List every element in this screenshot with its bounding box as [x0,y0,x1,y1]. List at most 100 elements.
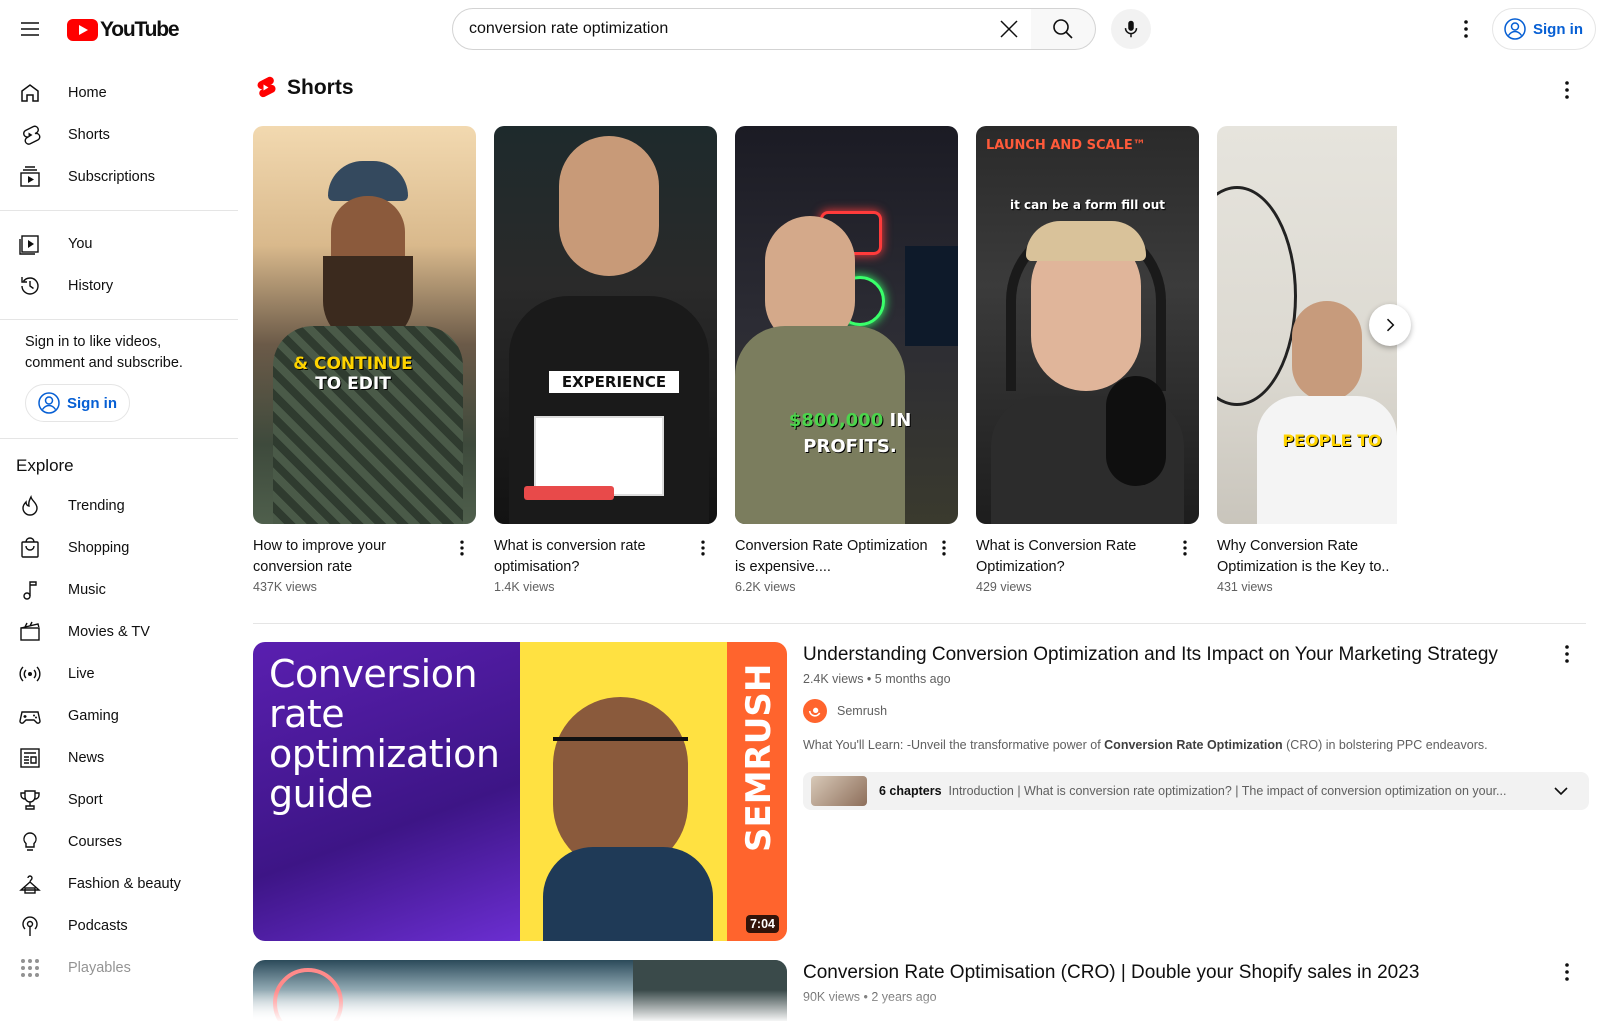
channel-info[interactable]: Semrush [803,698,1573,724]
video-title[interactable]: Conversion Rate Optimisation (CRO) | Dou… [803,960,1573,986]
video-description: What You'll Learn: -Unveil the transform… [803,738,1573,752]
settings-menu-button[interactable] [1446,9,1486,49]
sidebar-item-shopping[interactable]: Shopping [0,527,238,569]
video-metadata: 2.4K views • 5 months ago [803,672,951,686]
video-info: Conversion Rate Optimisation (CRO) | Dou… [803,960,1573,1004]
sign-in-button[interactable]: Sign in [1492,8,1596,50]
video-age: 2 years ago [871,990,937,1004]
chevron-right-icon [1386,318,1395,332]
shopping-icon [18,536,42,560]
menu-button[interactable] [10,9,50,49]
expand-chapters-button[interactable] [1549,779,1573,808]
sidebar-item-label: Home [68,85,107,101]
music-icon [18,578,42,602]
close-icon [1000,20,1018,38]
short-thumbnail[interactable]: $800,000 IN PROFITS. [735,126,958,524]
short-views: 437K views [253,580,317,594]
chapter-thumbnail [811,776,867,806]
voice-search-button[interactable] [1111,9,1151,49]
search-button[interactable] [1031,8,1096,50]
channel-avatar[interactable] [803,699,827,723]
sidebar-item-courses[interactable]: Courses [0,821,238,863]
channel-name[interactable]: Semrush [837,704,887,718]
more-vert-icon [942,540,946,556]
short-card[interactable]: $800,000 IN PROFITS. Conversion Rate Opti… [735,126,958,594]
sidebar-divider [0,210,238,211]
hanger-icon [18,872,42,896]
short-meta: What is conversion rate optimisation? 1.… [494,536,717,594]
sidebar-item-gaming[interactable]: Gaming [0,695,238,737]
subscriptions-icon [18,165,42,189]
chevron-down-icon [1554,787,1568,796]
shorts-icon [18,123,42,147]
short-thumbnail[interactable]: EXPERIENCE [494,126,717,524]
short-card[interactable]: LAUNCH AND SCALE™ it can be a form fill … [976,126,1199,594]
sidebar-item-podcasts[interactable]: Podcasts [0,905,238,947]
short-card[interactable]: EXPERIENCE What is conversion rate optim… [494,126,717,594]
sidebar-item-sport[interactable]: Sport [0,779,238,821]
video-title[interactable]: Understanding Conversion Optimization an… [803,642,1573,668]
sidebar-item-label: History [68,278,114,294]
sidebar-item-you[interactable]: You [0,223,238,265]
short-card[interactable]: PEOPLE TO Why Conversion Rate Optimizati… [1217,126,1397,594]
clear-search-button[interactable] [989,10,1029,48]
more-vert-icon [1565,81,1569,99]
news-icon [18,746,42,770]
shorts-menu-button[interactable] [1555,78,1579,102]
short-views: 431 views [1217,580,1273,594]
short-thumbnail[interactable]: LAUNCH AND SCALE™ it can be a form fill … [976,126,1199,524]
chapters-bar[interactable]: 6 chapters Introduction | What is conver… [803,772,1589,810]
sidebar-item-playables[interactable]: Playables [0,947,238,989]
video-result[interactable]: Conversion Rate Optimisation (CRO) | Dou… [253,960,1586,1021]
sidebar-item-shorts[interactable]: Shorts [0,114,238,156]
sidebar-item-music[interactable]: Music [0,569,238,611]
sidebar-item-trending[interactable]: Trending [0,485,238,527]
movies-icon [18,620,42,644]
section-divider [253,623,1586,624]
sidebar-item-fashion[interactable]: Fashion & beauty [0,863,238,905]
short-menu-button[interactable] [691,536,715,560]
sidebar-item-label: News [68,750,105,766]
short-overlay-text: PEOPLE TO [1282,431,1382,450]
short-menu-button[interactable] [932,536,956,560]
sidebar-item-live[interactable]: Live [0,653,238,695]
video-menu-button[interactable] [1555,642,1579,666]
video-views: 2.4K views [803,672,864,686]
sidebar-item-label: Subscriptions [68,169,156,185]
sidebar-sign-in-button[interactable]: Sign in [25,384,130,422]
short-title[interactable]: Why Conversion Rate Optimization is the … [1217,536,1397,578]
short-card[interactable]: & CONTINUE TO EDIT How to improve your co… [253,126,476,594]
video-metadata: 90K views • 2 years ago [803,990,937,1004]
sidebar-item-history[interactable]: History [0,265,238,307]
lightbulb-icon [18,830,42,854]
hamburger-icon [21,22,39,36]
youtube-logo[interactable]: YouTube [67,17,180,43]
logo-text: YouTube [100,18,180,41]
short-meta: Conversion Rate Optimization is expensiv… [735,536,958,594]
account-icon [38,392,60,414]
sidebar-item-label: Shorts [68,127,110,143]
video-thumbnail[interactable] [253,960,787,1021]
sidebar-item-movies[interactable]: Movies & TV [0,611,238,653]
video-result[interactable]: Conversion rate optimization guide SEMRU… [253,642,1589,942]
sidebar-item-subscriptions[interactable]: Subscriptions [0,156,238,198]
sidebar-item-home[interactable]: Home [0,72,238,114]
short-title[interactable]: What is conversion rate optimisation? [494,536,687,578]
video-menu-button[interactable] [1555,960,1579,984]
short-overlay-caption: it can be a form fill out [1009,198,1166,212]
search-icon [1053,19,1073,39]
short-thumbnail[interactable]: & CONTINUE TO EDIT [253,126,476,524]
short-title[interactable]: What is Conversion Rate Optimization? [976,536,1169,578]
more-vert-icon [460,540,464,556]
search-input[interactable] [469,20,949,38]
shorts-next-button[interactable] [1369,304,1411,346]
short-title[interactable]: How to improve your conversion rate [253,536,446,578]
video-thumbnail[interactable]: Conversion rate optimization guide SEMRU… [253,642,787,941]
sidebar-item-news[interactable]: News [0,737,238,779]
sidebar-item-label: Movies & TV [68,624,150,640]
short-menu-button[interactable] [1173,536,1197,560]
sidebar-item-label: Fashion & beauty [68,876,181,892]
sidebar-item-label: Podcasts [68,918,128,934]
short-title[interactable]: Conversion Rate Optimization is expensiv… [735,536,928,578]
short-menu-button[interactable] [450,536,474,560]
